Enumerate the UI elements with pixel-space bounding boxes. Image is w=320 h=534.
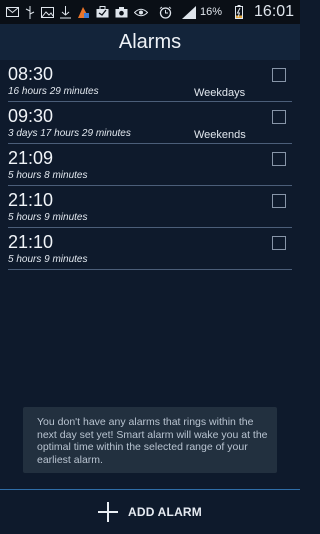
add-alarm-label: ADD ALARM bbox=[127, 505, 202, 519]
alarm-time: 09:30 bbox=[8, 106, 54, 126]
briefcase-icon bbox=[96, 5, 109, 19]
alarm-enable-checkbox[interactable] bbox=[272, 110, 286, 124]
alarm-list: 08:30 16 hours 29 minutes Weekdays 09:30… bbox=[0, 60, 300, 270]
mail-icon bbox=[6, 5, 19, 19]
alarm-remaining: 5 hours 8 minutes bbox=[8, 170, 88, 181]
add-alarm-button[interactable]: ADD ALARM bbox=[97, 502, 202, 522]
alarm-row[interactable]: 08:30 16 hours 29 minutes Weekdays bbox=[8, 60, 292, 102]
alarm-remaining: 5 hours 9 minutes bbox=[8, 212, 88, 223]
app-bar: Alarms bbox=[0, 24, 300, 60]
signal-icon bbox=[182, 5, 196, 19]
alarm-repeat: Weekends bbox=[194, 129, 246, 141]
info-toast: You don't have any alarms that rings wit… bbox=[23, 407, 277, 473]
plus-icon bbox=[97, 502, 118, 522]
alarm-remaining: 5 hours 9 minutes bbox=[8, 254, 88, 265]
battery-percent: 16% bbox=[200, 6, 223, 18]
alarm-row[interactable]: 21:09 5 hours 8 minutes bbox=[8, 144, 292, 186]
alarm-row[interactable]: 21:10 5 hours 9 minutes bbox=[8, 228, 292, 270]
usb-icon bbox=[25, 5, 35, 19]
alarm-time: 21:10 bbox=[8, 232, 54, 252]
eye-icon bbox=[134, 5, 148, 19]
alarm-enable-checkbox[interactable] bbox=[272, 236, 286, 250]
alarm-time: 08:30 bbox=[8, 64, 54, 84]
status-time: 16:01 bbox=[254, 3, 295, 20]
alarm-time: 21:09 bbox=[8, 148, 54, 168]
bottom-bar: ADD ALARM bbox=[0, 489, 300, 534]
toast-message: You don't have any alarms that rings wit… bbox=[37, 416, 268, 466]
alarm-repeat: Weekdays bbox=[194, 87, 246, 99]
alarm-row[interactable]: 09:30 3 days 17 hours 29 minutes Weekend… bbox=[8, 102, 292, 144]
alarm-time: 21:10 bbox=[8, 190, 54, 210]
alarm-enable-checkbox[interactable] bbox=[272, 68, 286, 82]
app-icon bbox=[77, 5, 90, 19]
alarm-remaining: 16 hours 29 minutes bbox=[8, 86, 99, 97]
image-icon bbox=[41, 5, 54, 19]
alarm-clock-icon bbox=[158, 5, 172, 19]
download-icon bbox=[60, 5, 71, 19]
battery-charging-icon bbox=[232, 5, 246, 19]
alarm-enable-checkbox[interactable] bbox=[272, 152, 286, 166]
alarm-remaining: 3 days 17 hours 29 minutes bbox=[8, 128, 131, 139]
alarm-enable-checkbox[interactable] bbox=[272, 194, 286, 208]
status-bar: 16% 16:01 bbox=[0, 0, 300, 24]
page-title: Alarms bbox=[118, 30, 182, 53]
alarm-row[interactable]: 21:10 5 hours 9 minutes bbox=[8, 186, 292, 228]
camera-icon bbox=[115, 5, 128, 19]
